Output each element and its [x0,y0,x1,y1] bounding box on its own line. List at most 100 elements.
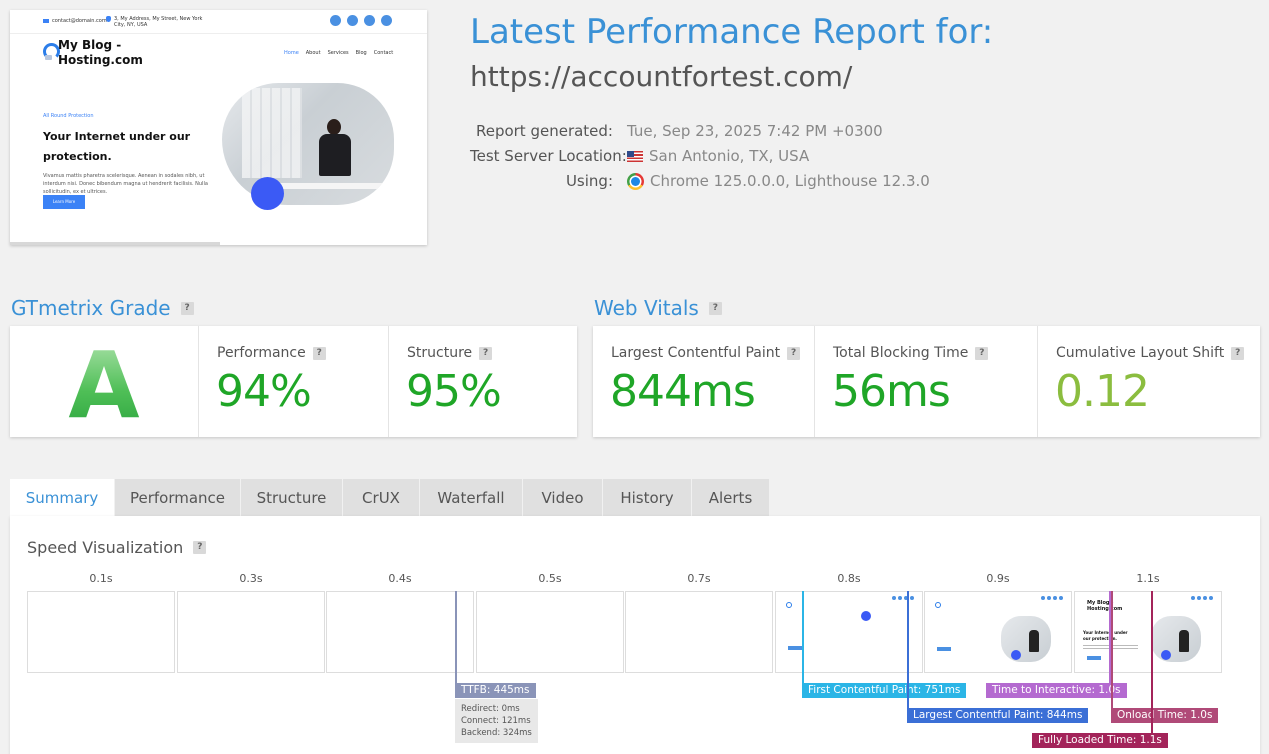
help-icon[interactable]: ? [193,541,207,554]
onload-label[interactable]: Onload Time: 1.0s [1111,708,1219,723]
filmstrip-frame[interactable] [27,591,175,673]
help-icon[interactable]: ? [479,346,493,360]
gtmetrix-grade-title-text: GTmetrix Grade [11,296,171,320]
structure-value: 95% [406,366,502,417]
frame-button [788,646,802,650]
web-vitals-title-text: Web Vitals [594,296,699,320]
filmstrip-frame[interactable] [924,591,1072,673]
frame-circle [861,611,871,621]
web-vitals-card: Largest Contentful Paint? 844ms Total Bl… [593,326,1260,437]
thumb-hero-person [317,119,353,189]
tab-crux[interactable]: CrUX [343,479,420,516]
filmstrip-frame[interactable] [476,591,624,673]
fully-loaded-label[interactable]: Fully Loaded Time: 1.1s [1032,733,1168,748]
performance-label-text: Performance [217,345,306,361]
filmstrip-frame[interactable]: My Blog - Hosting.com Your Internet unde… [1074,591,1222,673]
gtmetrix-grade-card: A Performance? 94% Structure? 95% [10,326,577,439]
tbt-value: 56ms [832,366,951,417]
web-vitals-title: Web Vitals ? [594,296,722,320]
location-text: San Antonio, TX, USA [649,147,810,165]
tab-summary[interactable]: Summary [10,479,115,516]
frame-time: 0.8s [837,572,861,585]
using-value: Chrome 125.0.0.0, Lighthouse 12.3.0 [627,172,930,190]
frame-circle [1161,650,1171,660]
help-icon[interactable]: ? [1231,346,1245,360]
thumb-nav-item: Home [284,50,299,56]
report-title: Latest Performance Report for: [470,12,994,52]
thumb-topbar: contact@domain.com 3, My Address, My Str… [10,10,427,34]
thumb-nav-item: About [305,50,321,56]
twitter-icon [347,15,358,26]
thumb-hero-window [242,88,302,178]
fully-loaded-marker [1151,591,1153,734]
ttfb-connect: Connect: 121ms [461,716,531,726]
speed-visualization-title: Speed Visualization ? [27,538,207,557]
help-icon[interactable]: ? [180,301,194,315]
lcp-label-text: Largest Contentful Paint [611,345,781,361]
frame-time: 0.1s [89,572,113,585]
thumb-hero-button: Learn More [43,195,85,209]
lcp-label[interactable]: Largest Contentful Paint: 844ms [907,708,1089,723]
ttfb-breakdown: Redirect: 0ms Connect: 121ms Backend: 32… [455,699,538,743]
frame-social-dots [1041,596,1063,600]
tti-label[interactable]: Time to Interactive: 1.0s [986,683,1127,698]
frame-time: 0.7s [687,572,711,585]
help-icon[interactable]: ? [708,301,722,315]
filmstrip-frame[interactable] [326,591,474,673]
frame-time: 0.5s [538,572,562,585]
report-url[interactable]: https://accountfortest.com/ [470,60,852,93]
thumb-logo-icon [43,43,60,61]
frame-button [1087,656,1101,660]
thumb-nav: Home About Services Blog Contact [284,50,393,56]
tab-waterfall[interactable]: Waterfall [420,479,523,516]
tab-history[interactable]: History [603,479,692,516]
frame-time: 0.4s [388,572,412,585]
tab-alerts[interactable]: Alerts [692,479,770,516]
thumb-hero-tag: All Round Protection [43,113,94,119]
frame-time: 0.9s [986,572,1010,585]
tbt-cell: Total Blocking Time? 56ms [815,326,1038,437]
frame-button [937,647,951,651]
ttfb-label[interactable]: TTFB: 445ms [455,683,536,698]
report-tabs: Summary Performance Structure CrUX Water… [10,479,770,516]
us-flag-icon [627,150,643,162]
tbt-label-text: Total Blocking Time [833,345,969,361]
filmstrip-frame[interactable] [177,591,325,673]
frame-time: 1.1s [1136,572,1160,585]
help-icon[interactable]: ? [787,346,801,360]
ttfb-backend: Backend: 324ms [461,728,532,738]
lcp-marker [907,591,909,709]
frame-logo-text: My Blog - Hosting.com [1087,600,1123,612]
report-generated-label: Report generated: [475,122,613,140]
filmstrip-frame[interactable] [775,591,923,673]
grade-letter: A [10,332,198,439]
filmstrip-frame[interactable] [625,591,773,673]
cls-cell: Cumulative Layout Shift? 0.12 [1038,326,1260,437]
tab-video[interactable]: Video [523,479,603,516]
location-value: San Antonio, TX, USA [627,147,809,165]
help-icon[interactable]: ? [975,346,989,360]
tab-performance[interactable]: Performance [115,479,241,516]
thumb-email: contact@domain.com [43,18,107,24]
frame-logo-icon [935,602,941,608]
frame-social-dots [892,596,914,600]
fcp-label[interactable]: First Contentful Paint: 751ms [802,683,967,698]
thumb-hero-text: Vivamus mattis pharetra scelerisque. Aen… [43,173,208,195]
cls-label-text: Cumulative Layout Shift [1056,345,1225,361]
lcp-value: 844ms [610,366,756,417]
grade-cell: A [10,326,199,439]
tab-structure[interactable]: Structure [241,479,343,516]
lcp-label: Largest Contentful Paint? [611,345,801,361]
structure-label-text: Structure [407,345,473,361]
cls-value: 0.12 [1055,366,1150,417]
help-icon[interactable]: ? [312,346,326,360]
onload-marker [1111,591,1113,709]
frame-hero-title: Your Internet under our protection. [1083,630,1128,641]
site-screenshot-thumbnail[interactable]: contact@domain.com 3, My Address, My Str… [10,10,427,245]
performance-label: Performance? [217,345,326,361]
thumb-nav-item: Services [327,50,349,56]
report-generated-value: Tue, Sep 23, 2025 7:42 PM +0300 [627,122,883,140]
thumb-hero-circle [251,177,284,210]
cls-label: Cumulative Layout Shift? [1056,345,1245,361]
thumb-nav-item: Contact [373,50,394,56]
